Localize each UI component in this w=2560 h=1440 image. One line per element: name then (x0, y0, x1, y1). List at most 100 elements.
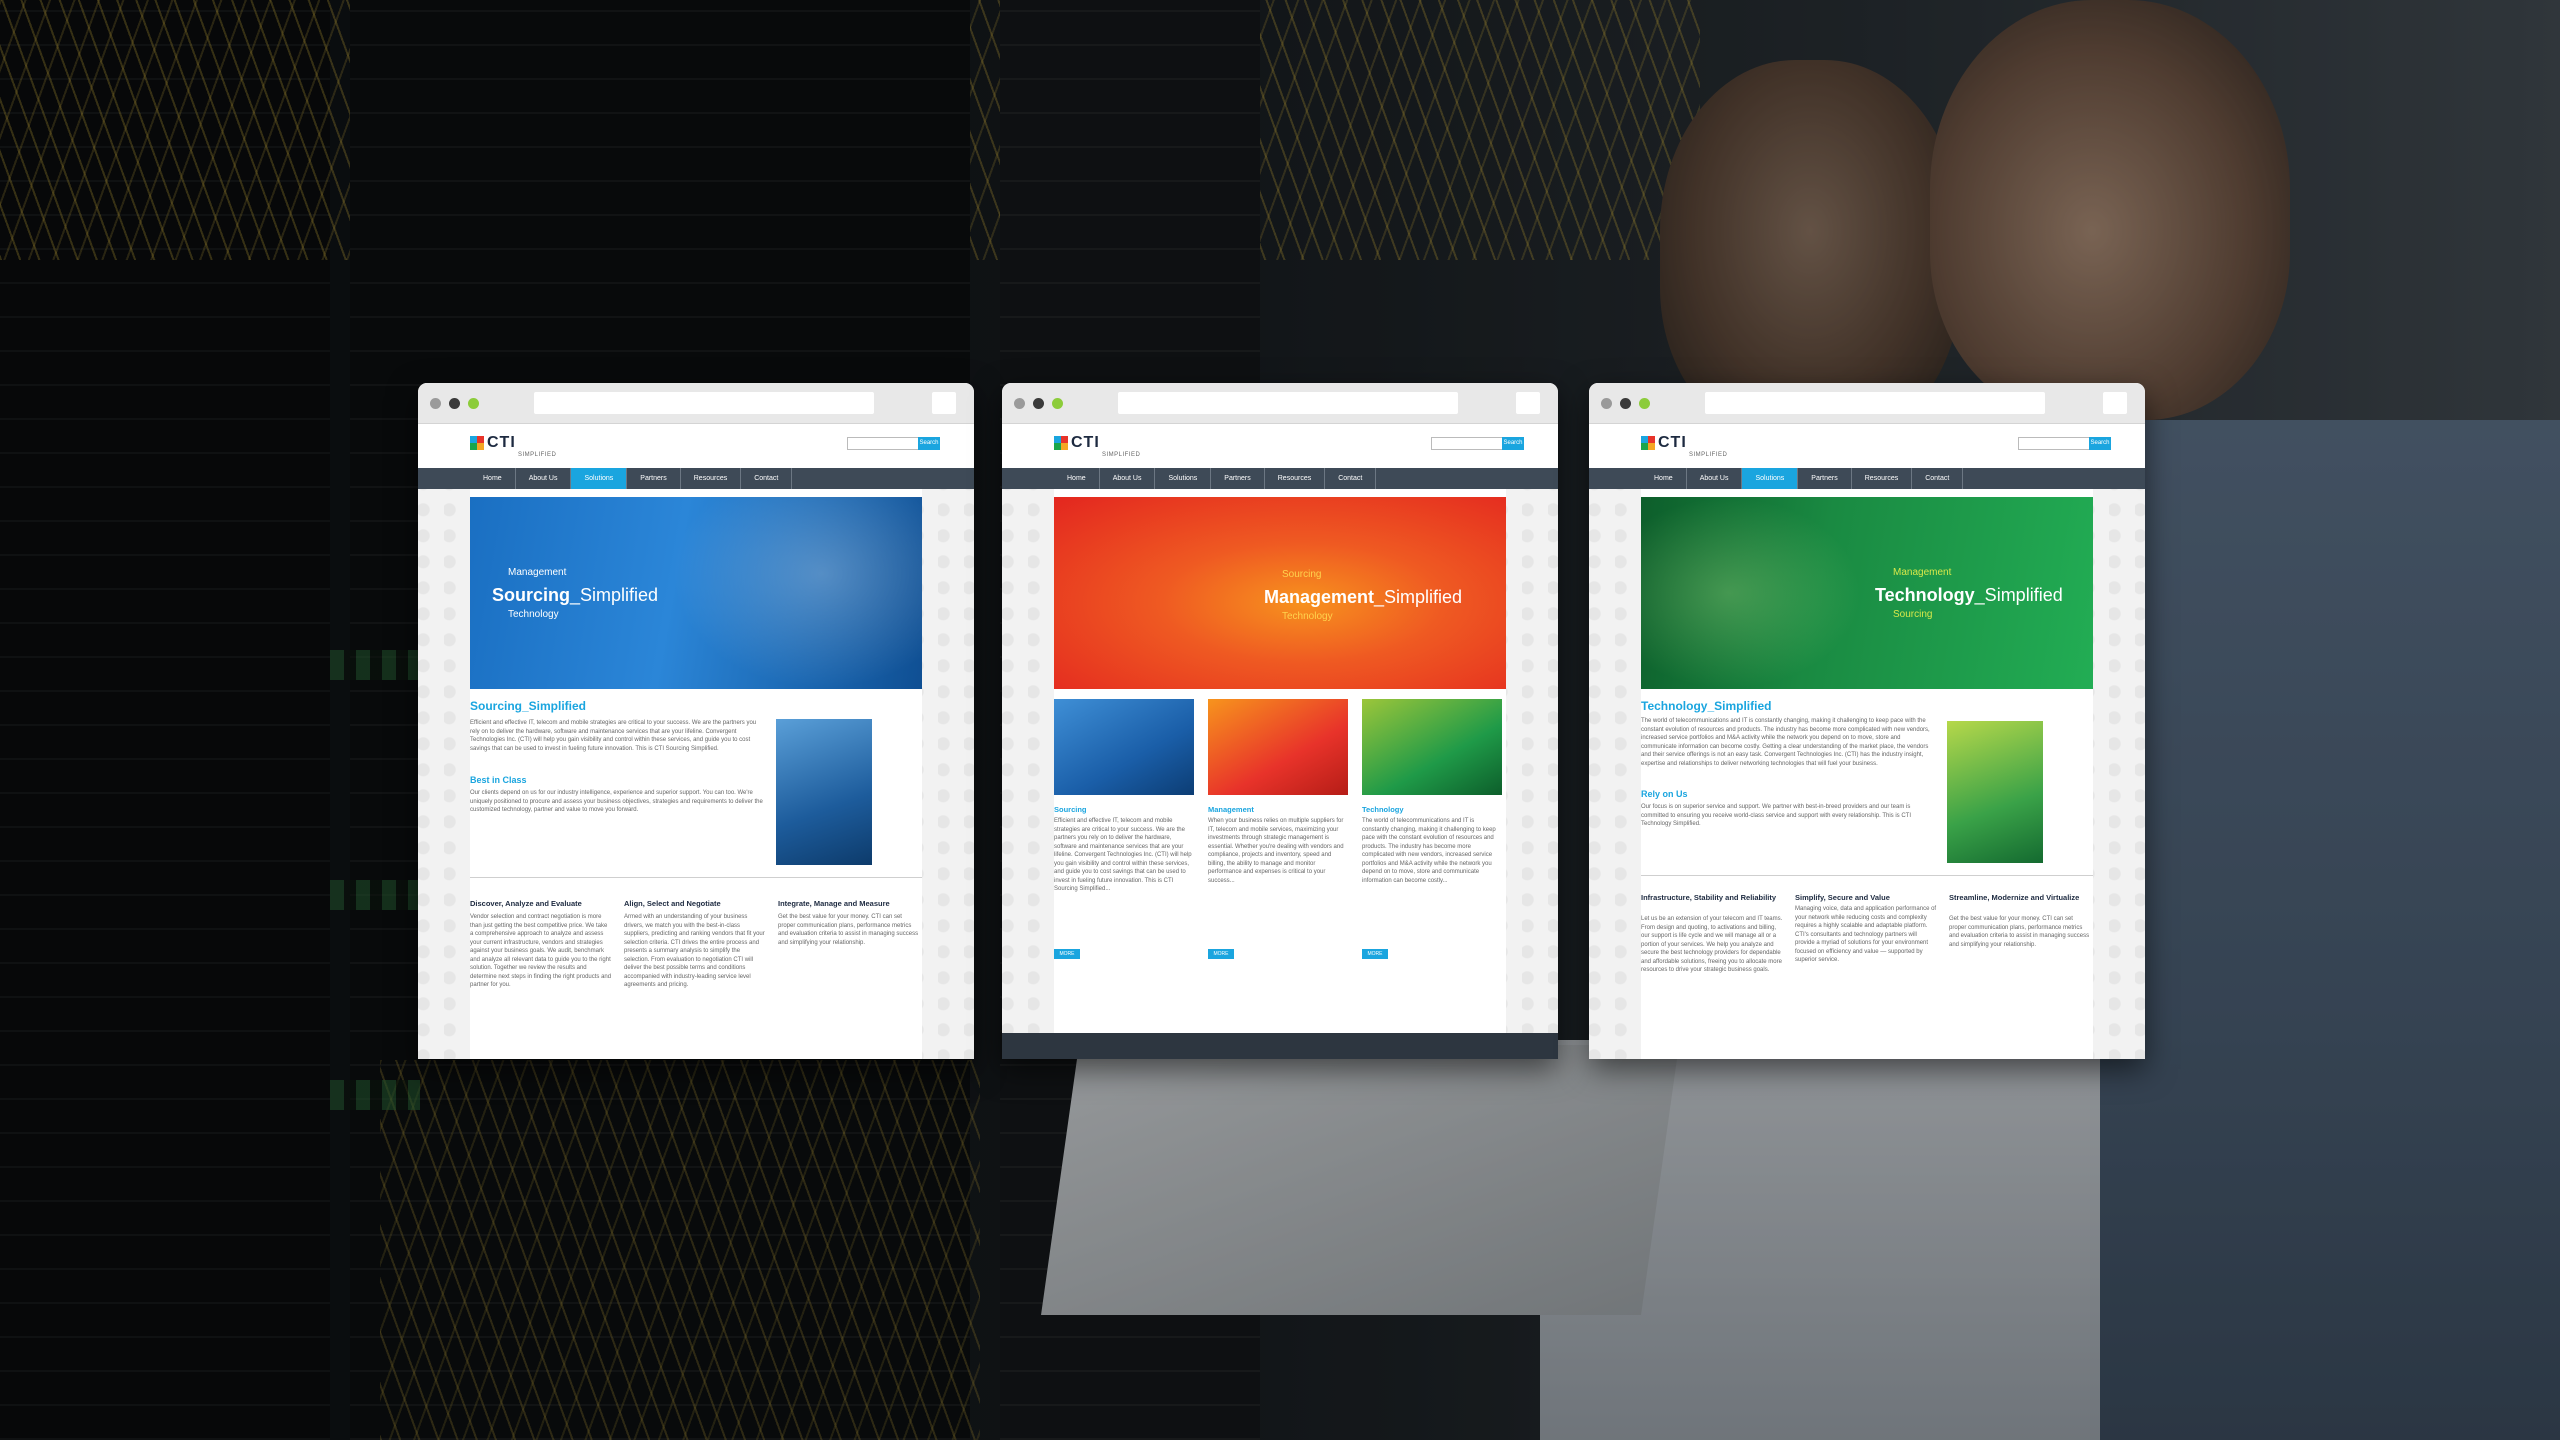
nav-solutions[interactable]: Solutions (571, 468, 628, 489)
maximize-dot-icon[interactable] (1639, 398, 1650, 409)
hero-banner: Management Technology_Simplified Sourcin… (1641, 497, 2093, 689)
nav-resources[interactable]: Resources (1265, 468, 1326, 489)
nav-about-us[interactable]: About Us (1100, 468, 1156, 489)
nav-home[interactable]: Home (470, 468, 516, 489)
nav-partners[interactable]: Partners (1211, 468, 1265, 489)
nav-home[interactable]: Home (1641, 468, 1687, 489)
maximize-dot-icon[interactable] (1052, 398, 1063, 409)
close-dot-icon[interactable] (430, 398, 441, 409)
minimize-dot-icon[interactable] (1033, 398, 1044, 409)
column-text: Get the best value for your money. CTI c… (1949, 916, 2090, 948)
cti-logo[interactable]: CTI SIMPLIFIED (1641, 434, 1731, 462)
logo-tagline: SIMPLIFIED (1689, 452, 1728, 458)
cti-logo-icon (1054, 436, 1068, 450)
card-title[interactable]: Sourcing (1054, 805, 1087, 814)
nav-about-us[interactable]: About Us (516, 468, 572, 489)
hero-title-bold: Management (1264, 587, 1375, 607)
browser-window-sourcing: CTI SIMPLIFIED Search Home About Us Solu… (418, 383, 974, 1059)
main-nav: Home About Us Solutions Partners Resourc… (418, 468, 974, 489)
website: CTI SIMPLIFIED Search Home About Us Solu… (418, 424, 974, 1059)
hero-banner: Management Sourcing_Simplified Technolog… (470, 497, 922, 689)
hero-line-top: Management (508, 567, 567, 578)
minimize-dot-icon[interactable] (449, 398, 460, 409)
nav-contact[interactable]: Contact (1325, 468, 1377, 489)
close-dot-icon[interactable] (1014, 398, 1025, 409)
card-title[interactable]: Technology (1362, 805, 1404, 814)
logo-text: CTI (487, 434, 516, 451)
hero-title-rest: _Simplified (1374, 587, 1463, 607)
cti-logo[interactable]: CTI SIMPLIFIED (470, 434, 560, 462)
search-input[interactable] (1431, 437, 1503, 450)
hero-line-top: Sourcing (1282, 569, 1322, 580)
site-header: CTI SIMPLIFIED Search (418, 424, 974, 468)
card-photo-management (1208, 699, 1348, 795)
page-content: Sourcing Management_Simplified Technolog… (1054, 489, 1506, 1059)
browser-menu-button[interactable] (1516, 392, 1540, 414)
search-button[interactable]: Search (2089, 437, 2111, 450)
address-bar[interactable] (1118, 392, 1458, 414)
hero-photo (672, 497, 922, 689)
more-button[interactable]: MORE (1054, 949, 1080, 959)
column-title: Simplify, Secure and Value (1795, 893, 1890, 902)
nav-partners[interactable]: Partners (1798, 468, 1852, 489)
search-button[interactable]: Search (918, 437, 940, 450)
search-input[interactable] (2018, 437, 2090, 450)
column-title: Discover, Analyze and Evaluate (470, 899, 582, 908)
close-dot-icon[interactable] (1601, 398, 1612, 409)
browser-window-technology: CTI SIMPLIFIED Search Home About Us Solu… (1589, 383, 2145, 1059)
browser-chrome (1002, 383, 1558, 424)
browser-chrome (418, 383, 974, 424)
nav-contact[interactable]: Contact (1912, 468, 1964, 489)
card-text: When your business relies on multiple su… (1208, 818, 1344, 884)
subsection-title: Rely on Us (1641, 789, 1688, 799)
page-content: Management Technology_Simplified Sourcin… (1641, 489, 2093, 1059)
team-photo (776, 719, 872, 865)
browser-menu-button[interactable] (932, 392, 956, 414)
address-bar[interactable] (1705, 392, 2045, 414)
card-text: Efficient and effective IT, telecom and … (1054, 818, 1192, 892)
browser-menu-button[interactable] (2103, 392, 2127, 414)
main-nav: Home About Us Solutions Partners Resourc… (1589, 468, 2145, 489)
site-header: CTI SIMPLIFIED Search (1589, 424, 2145, 468)
column-text: Managing voice, data and application per… (1795, 906, 1937, 963)
column-text: Vendor selection and contract negotiatio… (470, 914, 612, 988)
address-bar[interactable] (534, 392, 874, 414)
nav-resources[interactable]: Resources (681, 468, 742, 489)
hero-photo (1641, 497, 1861, 689)
card-photo-sourcing (1054, 699, 1194, 795)
hero-title: Management_Simplified (1264, 587, 1462, 608)
column-text: Armed with an understanding of your busi… (624, 914, 765, 988)
nav-solutions[interactable]: Solutions (1155, 468, 1212, 489)
subsection-title: Best in Class (470, 775, 527, 785)
nav-contact[interactable]: Contact (741, 468, 793, 489)
column-text: Let us be an extension of your telecom a… (1641, 916, 1783, 973)
nav-resources[interactable]: Resources (1852, 468, 1913, 489)
hero-line-bottom: Technology (508, 609, 559, 620)
nav-home[interactable]: Home (1054, 468, 1100, 489)
nav-about-us[interactable]: About Us (1687, 468, 1743, 489)
hero-banner: Sourcing Management_Simplified Technolog… (1054, 497, 1506, 689)
minimize-dot-icon[interactable] (1620, 398, 1631, 409)
nav-partners[interactable]: Partners (627, 468, 681, 489)
team-photo (1947, 721, 2043, 863)
hero-title-bold: Sourcing (492, 585, 571, 605)
section-title: Technology_Simplified (1641, 699, 1772, 713)
column-text: Get the best value for your money. CTI c… (778, 914, 919, 946)
site-header: CTI SIMPLIFIED Search (1002, 424, 1558, 468)
cti-logo-icon (1641, 436, 1655, 450)
logo-text: CTI (1658, 434, 1687, 451)
cti-logo[interactable]: CTI SIMPLIFIED (1054, 434, 1144, 462)
more-button[interactable]: MORE (1362, 949, 1388, 959)
page-content: Management Sourcing_Simplified Technolog… (470, 489, 922, 1059)
nav-solutions[interactable]: Solutions (1742, 468, 1799, 489)
search-button[interactable]: Search (1502, 437, 1524, 450)
maximize-dot-icon[interactable] (468, 398, 479, 409)
logo-tagline: SIMPLIFIED (518, 452, 557, 458)
more-button[interactable]: MORE (1208, 949, 1234, 959)
card-title[interactable]: Management (1208, 805, 1254, 814)
intro-text: The world of telecommunications and IT i… (1641, 718, 1930, 767)
subsection-text: Our clients depend on us for our industr… (470, 790, 763, 813)
search-input[interactable] (847, 437, 919, 450)
logo-text: CTI (1071, 434, 1100, 451)
hero-title-rest: _Simplified (1974, 585, 2063, 605)
